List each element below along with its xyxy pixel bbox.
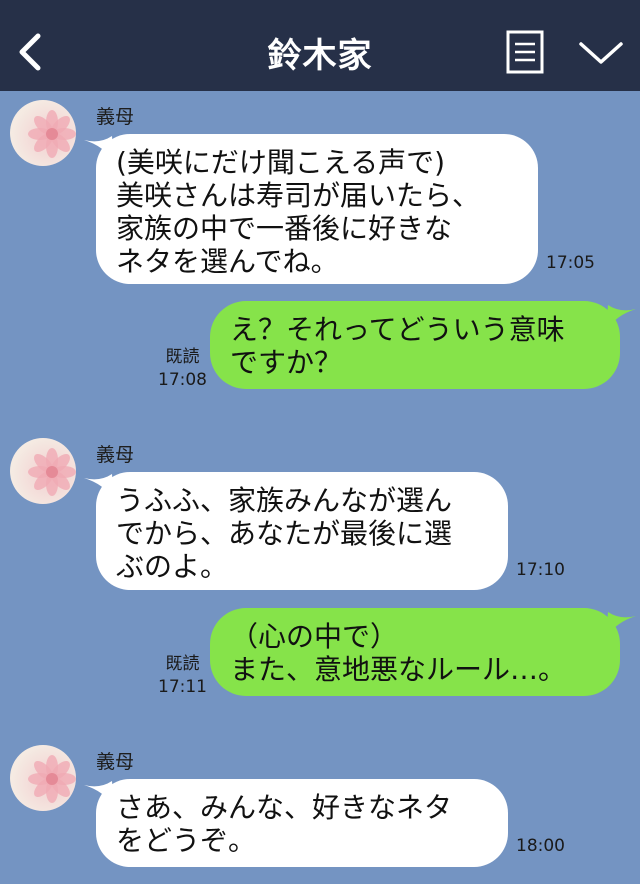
read-label: 既読 (165, 347, 200, 367)
message-time: 17:05 (546, 253, 595, 273)
bubble-tail (606, 305, 636, 331)
avatar[interactable] (10, 745, 76, 811)
flower-icon (28, 448, 76, 496)
message-time: 17:10 (516, 560, 565, 580)
notes-icon[interactable] (506, 30, 544, 74)
avatar[interactable] (10, 100, 76, 166)
chat-title: 鈴木家 (267, 36, 373, 76)
message-bubble: うふふ、家族みんなが選ん でから、あなたが最後に選 ぶのよ。 (96, 472, 508, 590)
message-bubble: (美咲にだけ聞こえる声で) 美咲さんは寿司が届いたら、 家族の中で一番後に好きな… (96, 134, 538, 284)
message-time: 17:08 (158, 370, 207, 390)
read-receipt: 既読 17:08 (158, 346, 207, 392)
message-bubble: え？それってどういう意味 ですか？ (210, 301, 620, 389)
bubble-tail (606, 612, 636, 638)
read-label: 既読 (165, 654, 200, 674)
flower-icon (28, 755, 76, 803)
chevron-down-icon[interactable] (578, 36, 624, 68)
message-bubble: （心の中で） また、意地悪なルール…。 (210, 608, 620, 696)
flower-icon (28, 110, 76, 158)
sender-name: 義母 (96, 444, 135, 466)
message-bubble: さあ、みんな、好きなネタ をどうぞ。 (96, 779, 508, 867)
message-time: 18:00 (516, 836, 565, 856)
sender-name: 義母 (96, 751, 135, 773)
message-time: 17:11 (158, 677, 207, 697)
chat-header: 鈴木家 (0, 0, 640, 91)
sender-name: 義母 (96, 106, 135, 128)
read-receipt: 既読 17:11 (158, 653, 207, 699)
avatar[interactable] (10, 438, 76, 504)
